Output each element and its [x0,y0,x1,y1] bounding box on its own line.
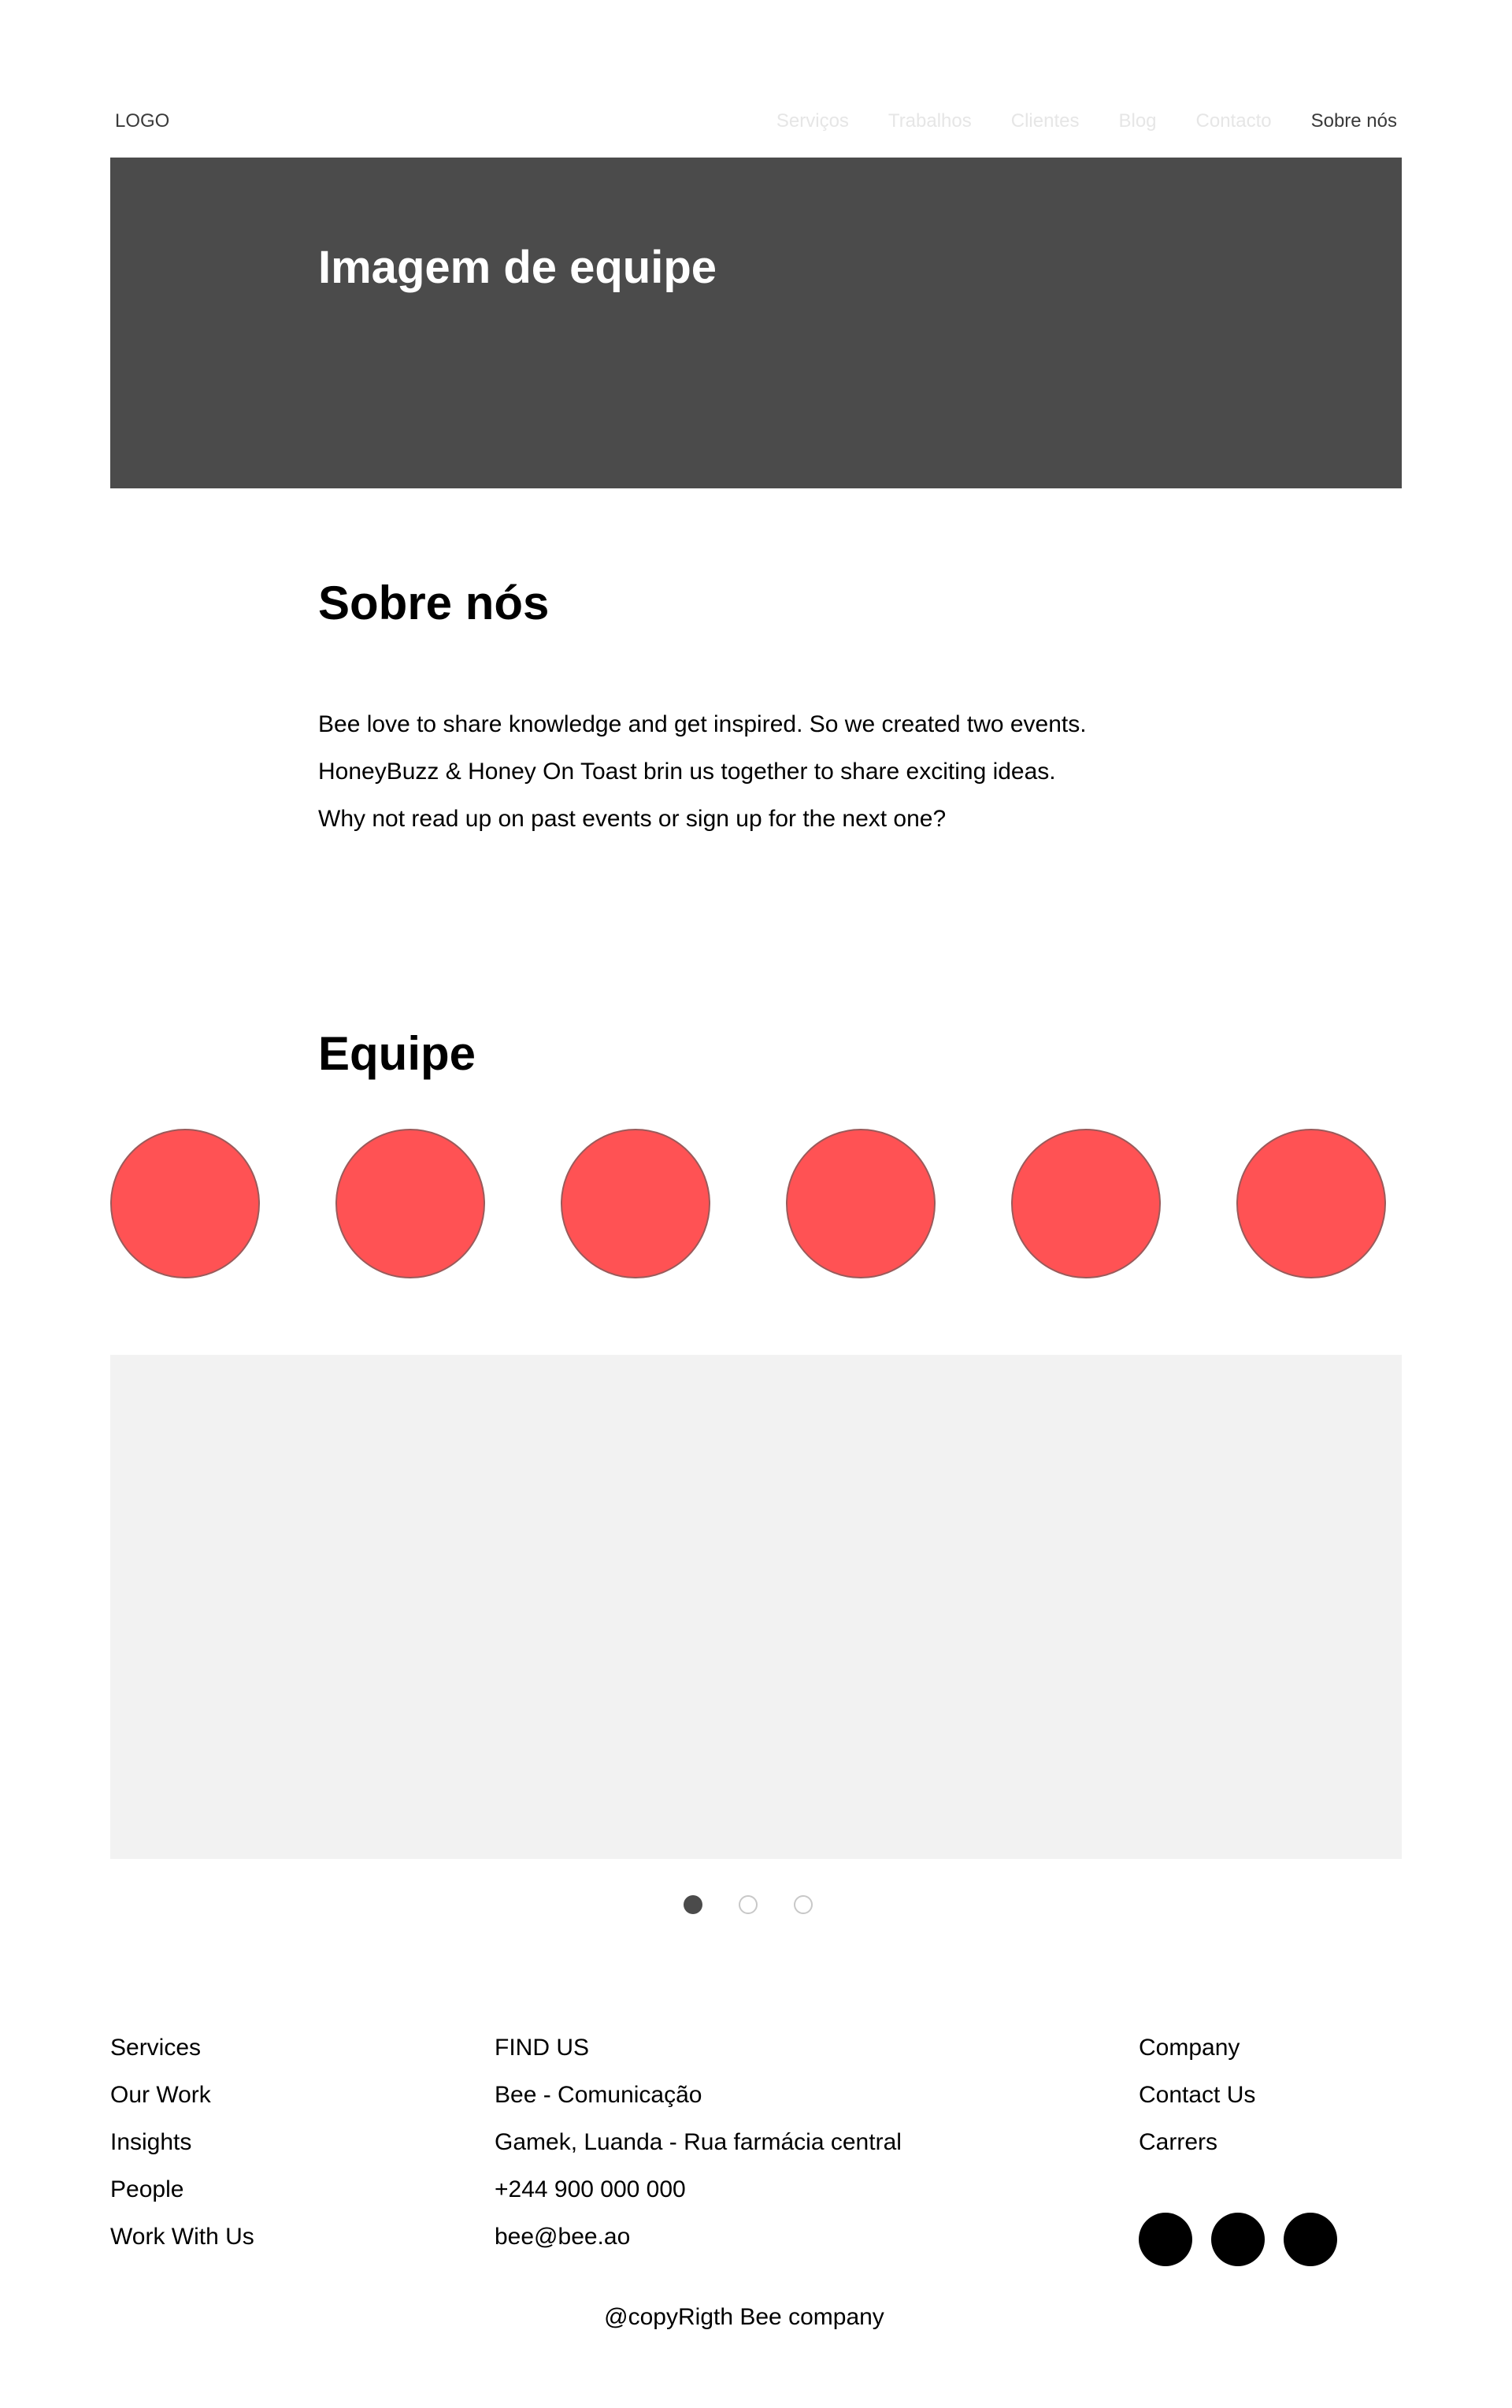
carousel-dot[interactable] [739,1895,758,1914]
footer-link-contact-us[interactable]: Contact Us [1139,2072,1255,2119]
footer-link-services[interactable]: Services [110,2024,254,2072]
team-title: Equipe [318,1027,476,1080]
team-member-avatar[interactable] [110,1129,260,1278]
footer-link-insights[interactable]: Insights [110,2119,254,2166]
carousel-dot[interactable] [794,1895,813,1914]
team-member-avatar[interactable] [335,1129,485,1278]
nav-item-sobre-nos[interactable]: Sobre nós [1311,109,1397,133]
hero-image-placeholder [110,158,1402,488]
footer-phone[interactable]: +244 900 000 000 [495,2166,902,2213]
social-icon[interactable] [1284,2213,1337,2266]
nav-item-trabalhos[interactable]: Trabalhos [888,109,972,133]
footer-link-company[interactable]: Company [1139,2024,1255,2072]
nav-item-blog[interactable]: Blog [1118,109,1156,133]
footer-company-column: Company Contact Us Carrers [1139,2024,1255,2166]
about-line: HoneyBuzz & Honey On Toast brin us toget… [318,759,1056,785]
main-nav: Serviços Trabalhos Clientes Blog Contact… [737,109,1397,133]
footer-link-work-with-us[interactable]: Work With Us [110,2213,254,2261]
nav-item-servicos[interactable]: Serviços [776,109,849,133]
social-icon[interactable] [1139,2213,1192,2266]
logo[interactable]: LOGO [115,109,169,133]
team-member-avatar[interactable] [786,1129,936,1278]
carousel-dot-active[interactable] [684,1895,702,1914]
footer-find-us-heading: FIND US [495,2035,589,2061]
footer-company-name: Bee - Comunicação [495,2082,702,2108]
copyright: @copyRigth Bee company [604,2304,884,2330]
about-text: Bee love to share knowledge and get insp… [318,701,1087,843]
team-member-avatar[interactable] [1011,1129,1161,1278]
team-member-avatar[interactable] [561,1129,710,1278]
team-member-avatar[interactable] [1236,1129,1386,1278]
hero-title: Imagem de equipe [318,242,717,293]
about-title: Sobre nós [318,577,550,629]
social-icon[interactable] [1211,2213,1265,2266]
about-line: Bee love to share knowledge and get insp… [318,711,1087,737]
nav-item-clientes[interactable]: Clientes [1011,109,1080,133]
footer-contact-column: FIND US Bee - Comunicação Gamek, Luanda … [495,2024,902,2261]
footer-link-people[interactable]: People [110,2166,254,2213]
footer-address: Gamek, Luanda - Rua farmácia central [495,2129,902,2155]
carousel-slide[interactable] [110,1355,1402,1859]
footer-link-carrers[interactable]: Carrers [1139,2119,1255,2166]
footer-email[interactable]: bee@bee.ao [495,2213,902,2261]
nav-item-contacto[interactable]: Contacto [1196,109,1272,133]
about-line: Why not read up on past events or sign u… [318,806,947,832]
footer-links-column: Services Our Work Insights People Work W… [110,2024,254,2261]
footer-link-our-work[interactable]: Our Work [110,2072,254,2119]
